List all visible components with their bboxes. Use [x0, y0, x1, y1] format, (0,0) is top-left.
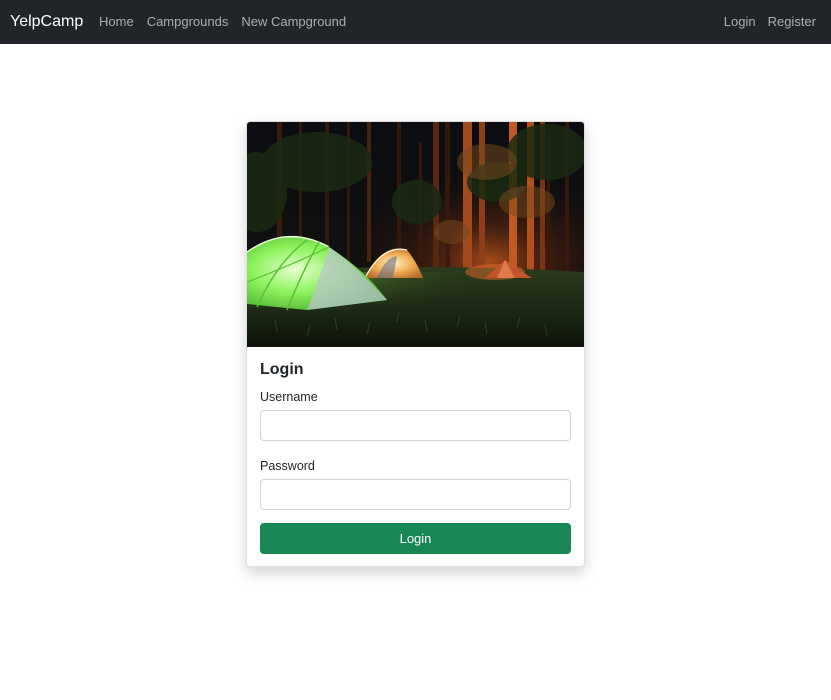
nav-right-links: Login Register [724, 14, 816, 30]
nav-link-login[interactable]: Login [724, 14, 756, 30]
username-label: Username [260, 390, 318, 404]
nav-link-new-campground[interactable]: New Campground [241, 14, 346, 30]
password-label: Password [260, 459, 315, 473]
login-title: Login [260, 361, 304, 378]
brand-link[interactable]: YelpCamp [10, 12, 83, 32]
nav-left-links: Home Campgrounds New Campground [99, 14, 346, 30]
nav-link-home[interactable]: Home [99, 14, 134, 30]
username-input[interactable] [260, 410, 571, 441]
nav-link-register[interactable]: Register [768, 14, 816, 30]
nav-link-campgrounds[interactable]: Campgrounds [147, 14, 229, 30]
login-button[interactable]: Login [260, 523, 571, 554]
top-navbar: YelpCamp Home Campgrounds New Campground… [0, 0, 831, 44]
password-input[interactable] [260, 479, 571, 510]
login-form: Login Username Password Login [247, 347, 584, 566]
campsite-image [247, 122, 584, 347]
login-card: Login Username Password Login [246, 121, 585, 567]
